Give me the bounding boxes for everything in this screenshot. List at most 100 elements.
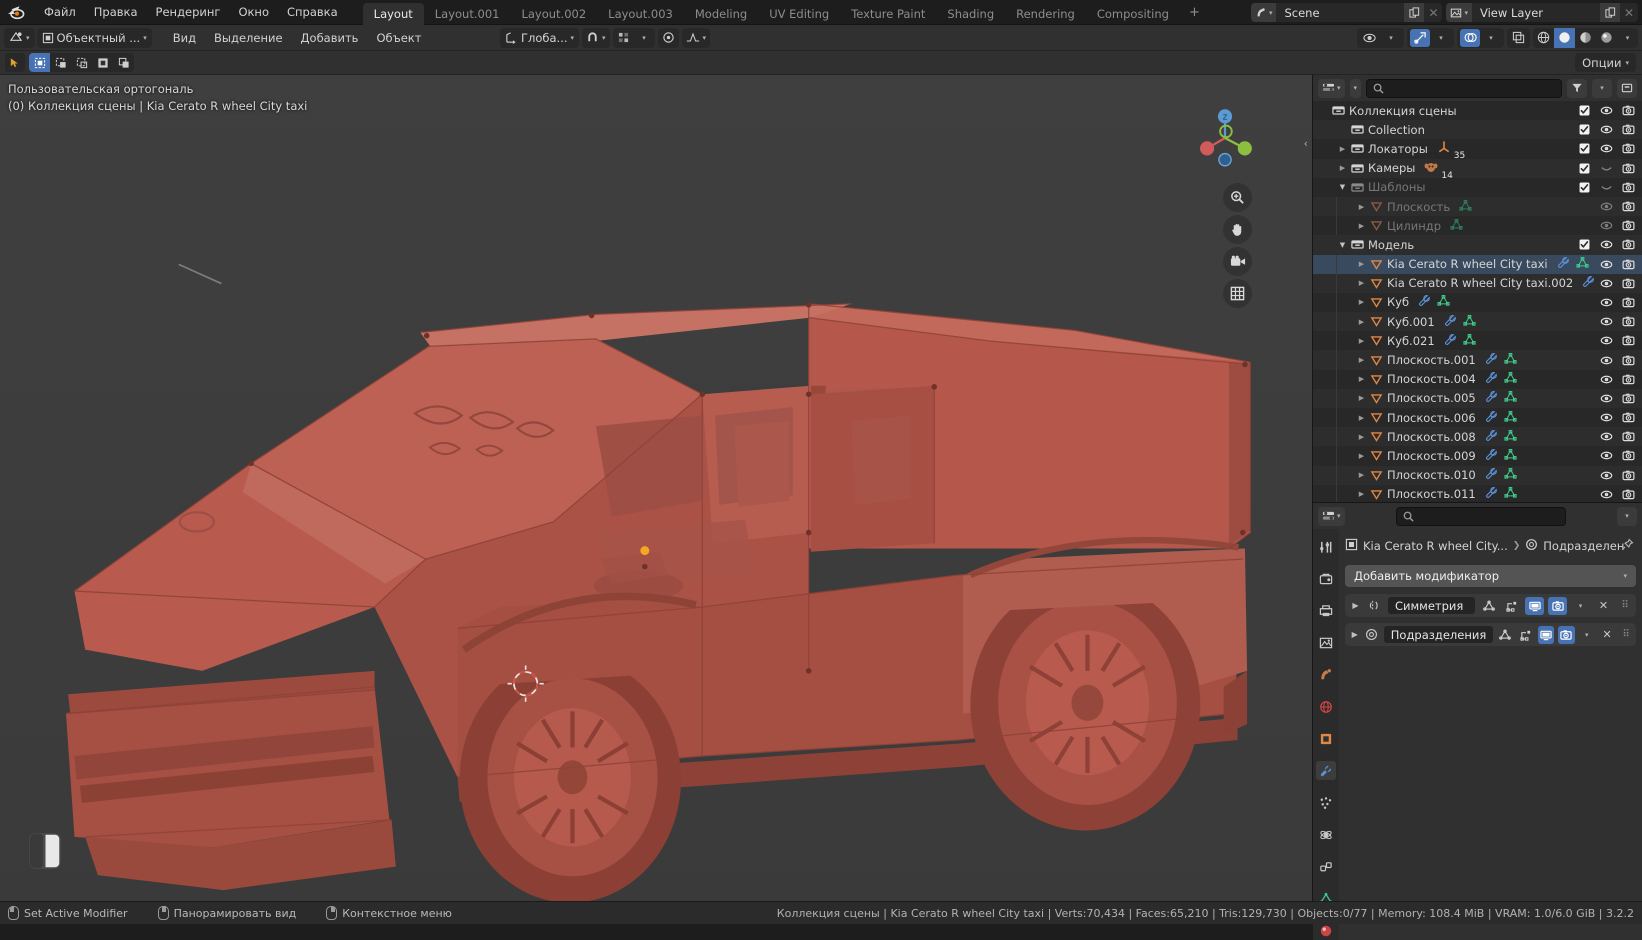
camera-icon[interactable] [1617, 488, 1639, 501]
active-tool-icon[interactable] [5, 53, 25, 72]
camera-icon[interactable] [1617, 411, 1639, 424]
viewport-menu-view[interactable]: Вид [165, 29, 204, 47]
eye-icon[interactable] [1595, 238, 1617, 251]
modifier-delete-icon[interactable]: ✕ [1599, 626, 1615, 644]
eye-icon[interactable] [1595, 392, 1617, 405]
navigation-gizmo[interactable]: Z [1192, 105, 1258, 171]
disclosure-closed-icon[interactable]: ▶ [1355, 318, 1368, 326]
visibility-caret-icon[interactable]: ▾ [1381, 29, 1401, 47]
eye-icon[interactable] [1595, 162, 1617, 175]
tab-constraints-icon[interactable] [1316, 857, 1336, 876]
eye-icon[interactable] [1595, 469, 1617, 482]
mesh-data-icon[interactable] [1504, 371, 1517, 387]
outliner-row[interactable]: ▶ Куб [1313, 292, 1642, 313]
wrench-icon[interactable] [1418, 294, 1431, 310]
eye-icon[interactable] [1595, 219, 1617, 232]
toggle-ortho-perspective-button[interactable] [1223, 279, 1252, 308]
shading-material-icon[interactable] [1575, 28, 1596, 48]
modifier-extras-dropdown-icon[interactable]: ▾ [1571, 597, 1590, 615]
eye-icon[interactable] [1595, 354, 1617, 367]
snap-dropdown-caret[interactable]: ▾ [634, 28, 655, 48]
eye-icon[interactable] [1595, 488, 1617, 501]
outliner-row[interactable]: ▶ Цилиндр [1313, 216, 1642, 236]
snap-closest-icon[interactable] [613, 28, 634, 48]
gizmo-caret-icon[interactable]: ▾ [1431, 29, 1451, 47]
shading-solid-icon[interactable] [1554, 27, 1575, 48]
camera-icon[interactable] [1617, 277, 1639, 290]
camera-icon[interactable] [1617, 354, 1639, 367]
outliner-row[interactable]: ▶ Kia Cerato R wheel City taxi.002 [1313, 273, 1642, 293]
view-layer-icon[interactable]: ▾ [1446, 3, 1472, 22]
viewport-menu-add[interactable]: Добавить [293, 29, 367, 47]
disclosure-closed-icon[interactable]: ▶ [1355, 279, 1368, 287]
snap-target-group[interactable]: ▾ [612, 27, 655, 48]
mesh-data-icon[interactable] [1504, 429, 1517, 445]
camera-view-button[interactable] [1223, 247, 1252, 276]
camera-icon[interactable] [1617, 373, 1639, 386]
camera-icon[interactable] [1617, 430, 1639, 443]
editor-type-button[interactable]: ▾ [4, 27, 35, 48]
disclosure-closed-icon[interactable]: ▶ [1355, 433, 1368, 441]
outliner-row[interactable]: ▶ Kia Cerato R wheel City taxi [1313, 254, 1642, 274]
disclosure-closed-icon[interactable]: ▶ [1355, 490, 1368, 498]
workspace-tab-layout[interactable]: Layout [362, 2, 424, 26]
shading-caret-icon[interactable]: ▾ [1617, 28, 1638, 48]
workspace-tab-texture-paint[interactable]: Texture Paint [840, 3, 936, 26]
camera-icon[interactable] [1617, 123, 1639, 136]
modifier-toggle-cage-off[interactable] [1518, 626, 1534, 644]
disclosure-closed-icon[interactable]: ▶ [1355, 452, 1368, 460]
disclosure-closed-icon[interactable]: ▶ [1355, 356, 1368, 364]
menu-file[interactable]: Файл [35, 3, 85, 21]
camera-icon[interactable] [1617, 104, 1639, 117]
viewlayer-selector[interactable]: ▾ View Layer ✕ [1446, 3, 1638, 22]
camera-icon[interactable] [1617, 219, 1639, 232]
camera-icon[interactable] [1617, 258, 1639, 271]
outliner-row[interactable]: ▶ Плоскость.004 [1313, 369, 1642, 389]
camera-icon[interactable] [1617, 238, 1639, 251]
checkbox-icon[interactable] [1573, 105, 1595, 116]
wrench-icon[interactable] [1485, 371, 1498, 387]
xray-toggle-button[interactable] [1507, 27, 1530, 48]
snap-magnet-button[interactable]: ▾ [582, 27, 610, 48]
zoom-button[interactable] [1223, 183, 1252, 212]
wrench-icon[interactable] [1485, 410, 1498, 426]
proportional-falloff-button[interactable]: ▾ [681, 27, 711, 48]
outliner-row[interactable]: ▶ Куб.021 [1313, 331, 1642, 351]
mesh-data-icon[interactable] [1463, 333, 1476, 349]
outliner-row[interactable]: ▶ Плоскость.011 [1313, 484, 1642, 502]
properties-editor-type-button[interactable]: ▾ [1318, 506, 1345, 526]
breadcrumb-object-name[interactable]: Kia Cerato R wheel City... [1363, 539, 1508, 553]
transform-orientation-dropdown[interactable]: Глоба... ▾ [500, 27, 580, 48]
checkbox-icon[interactable] [1573, 182, 1595, 193]
blender-logo-icon[interactable] [6, 3, 26, 21]
outliner-filter-icon[interactable] [1567, 78, 1587, 98]
modifier-delete-icon[interactable]: ✕ [1594, 597, 1613, 615]
camera-icon[interactable] [1617, 334, 1639, 347]
shading-rendered-icon[interactable] [1596, 28, 1617, 48]
properties-options-caret-icon[interactable]: ▾ [1616, 506, 1637, 526]
disclosure-open-icon[interactable]: ▼ [1336, 183, 1349, 191]
outliner-row[interactable]: ▶ Плоскость.008 [1313, 427, 1642, 447]
viewport-menu-object[interactable]: Объект [368, 29, 429, 47]
outliner-row[interactable]: ▼ Модель [1313, 235, 1642, 255]
interaction-mode-dropdown[interactable]: Объектный ... ▾ [36, 27, 152, 48]
tab-scene-icon[interactable] [1316, 665, 1336, 684]
modifier-drag-handle[interactable]: ⠿ [1617, 600, 1633, 611]
gizmo-selector[interactable]: ▾ [1407, 27, 1454, 48]
object-visibility-icon[interactable] [1360, 29, 1380, 47]
checkbox-icon[interactable] [1573, 163, 1595, 174]
outliner-row[interactable]: ▶ Локаторы 35 [1313, 139, 1642, 161]
delete-viewlayer-icon[interactable]: ✕ [1620, 3, 1638, 22]
new-viewlayer-icon[interactable] [1600, 3, 1620, 22]
scene-name-field[interactable]: Scene [1276, 3, 1405, 22]
disclosure-open-icon[interactable]: ▼ [1336, 241, 1349, 249]
modifier-name-field[interactable]: Симметрия [1388, 597, 1475, 614]
wrench-icon[interactable] [1485, 486, 1498, 502]
outliner-new-collection-icon[interactable] [1617, 78, 1637, 98]
mesh-data-icon[interactable] [1450, 218, 1463, 234]
disclosure-closed-icon[interactable]: ▶ [1336, 145, 1349, 153]
add-workspace-button[interactable]: + [1180, 2, 1209, 23]
scene-selector[interactable]: ▾ Scene ✕ [1250, 3, 1443, 22]
select-intersect-icon[interactable] [113, 53, 134, 72]
eye-icon[interactable] [1595, 430, 1617, 443]
